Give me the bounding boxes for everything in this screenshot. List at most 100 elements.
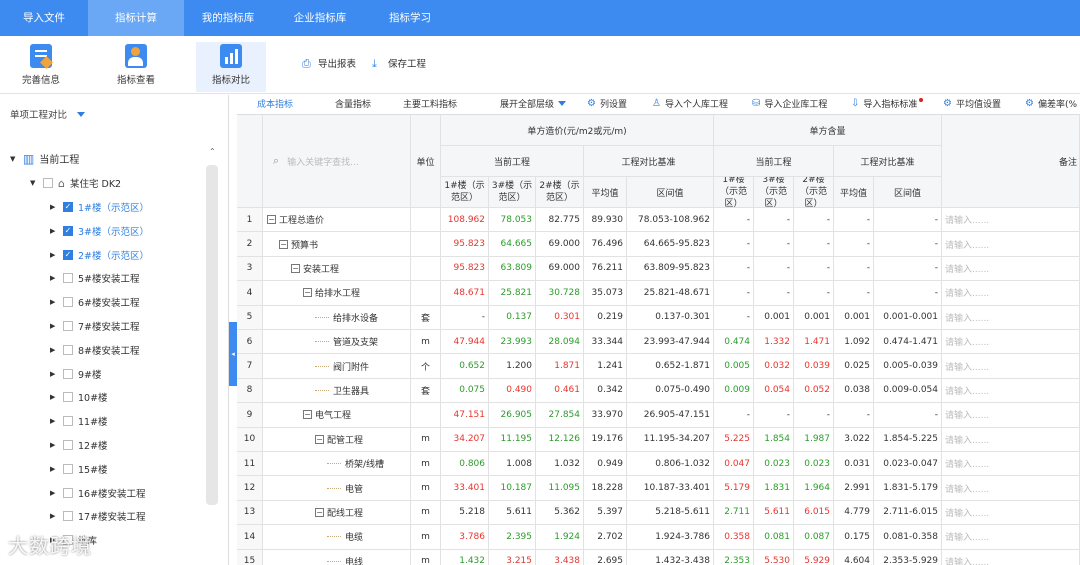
table-row-name[interactable]: − 给排水工程 <box>263 281 411 306</box>
table-row-name[interactable]: − 配管工程 <box>263 427 411 452</box>
sidebar-item-building[interactable]: ▶ 7#楼安装工程 <box>50 319 140 333</box>
chevron-up-icon[interactable]: ⌃ <box>209 147 216 156</box>
collapse-icon[interactable]: − <box>291 263 300 273</box>
expand-triangle-icon[interactable]: ▶ <box>50 298 58 306</box>
export-report-button[interactable]: ⎙ 导出报表 <box>302 56 356 71</box>
remark-input[interactable]: 请输入...... <box>942 354 1080 379</box>
sidebar-item-building[interactable]: ▶ 16#楼安装工程 <box>50 486 146 500</box>
expand-triangle-icon[interactable]: ▶ <box>50 489 58 497</box>
collapse-icon[interactable]: − <box>315 434 324 444</box>
expand-triangle-icon[interactable]: ▼ <box>10 155 18 163</box>
checkbox[interactable] <box>63 487 73 498</box>
sidebar-item-building[interactable]: ▶ ✓ 3#楼（示范区） <box>50 224 149 238</box>
expand-triangle-icon[interactable]: ▶ <box>50 417 58 425</box>
tab-index-calc[interactable]: 指标计算 <box>88 0 184 36</box>
checkbox[interactable] <box>63 416 73 427</box>
tree-project-dk2[interactable]: ▼ ⌂ 某住宅 DK2 <box>30 176 121 191</box>
average-settings-button[interactable]: ⚙ 平均值设置 <box>943 97 1001 110</box>
sidebar-item-building[interactable]: ▶ 17#楼安装工程 <box>50 509 146 523</box>
sidebar-item-building[interactable]: ▶ 10#楼 <box>50 390 108 404</box>
expand-triangle-icon[interactable]: ▶ <box>50 512 58 520</box>
checkbox[interactable] <box>63 321 73 331</box>
table-row-name[interactable]: 电缆 <box>263 525 411 550</box>
remark-input[interactable]: 请输入...... <box>942 232 1080 257</box>
table-row-name[interactable]: − 配线工程 <box>263 500 411 526</box>
sidebar-item-building[interactable]: ▶ 8#楼安装工程 <box>50 343 140 357</box>
remark-input[interactable]: 请输入...... <box>942 330 1080 355</box>
complete-info-button[interactable]: 完善信息 <box>6 42 76 86</box>
remark-input[interactable]: 请输入...... <box>942 452 1080 477</box>
tree-root-current-project[interactable]: ▼ ▥ 当前工程 <box>10 151 79 167</box>
expand-triangle-icon[interactable]: ▼ <box>30 179 38 187</box>
remark-input[interactable]: 请输入...... <box>942 549 1080 565</box>
remark-input[interactable]: 请输入...... <box>942 305 1080 330</box>
table-row-name[interactable]: 卫生器具 <box>263 378 411 404</box>
index-view-button[interactable]: 指标查看 <box>101 42 171 86</box>
remark-input[interactable]: 请输入...... <box>942 256 1080 282</box>
index-compare-button[interactable]: 指标对比 <box>196 42 266 92</box>
checkbox[interactable]: ✓ <box>63 202 73 212</box>
sidebar-item-building[interactable]: ▶ 9#楼 <box>50 367 102 381</box>
checkbox[interactable] <box>63 273 73 284</box>
sidebar-item-building[interactable]: ▶ 11#楼 <box>50 414 108 428</box>
column-settings-button[interactable]: ⚙ 列设置 <box>587 97 627 110</box>
checkbox[interactable] <box>63 463 73 474</box>
checkbox[interactable] <box>63 368 73 379</box>
table-row-name[interactable]: 阀门附件 <box>263 354 411 379</box>
sidebar-item-building[interactable]: ▶ 5#楼安装工程 <box>50 271 140 285</box>
expand-triangle-icon[interactable]: ▶ <box>50 441 58 449</box>
checkbox[interactable] <box>63 511 73 522</box>
expand-triangle-icon[interactable]: ▶ <box>50 227 58 235</box>
tab-index-learning[interactable]: 指标学习 <box>368 0 452 36</box>
checkbox[interactable] <box>63 392 73 403</box>
import-personal-button[interactable]: ♙ 导入个人库工程 <box>652 97 728 110</box>
remark-input[interactable]: 请输入...... <box>942 427 1080 452</box>
tab-cost-index[interactable]: 成本指标 <box>257 97 293 110</box>
collapse-icon[interactable]: − <box>279 239 288 249</box>
expand-all-dropdown[interactable]: 展开全部层级 <box>500 97 567 110</box>
sidebar-scrollbar[interactable] <box>206 165 218 505</box>
sidebar-item-building[interactable]: ▶ ✓ 1#楼（示范区） <box>50 200 149 214</box>
tab-enterprise-index-lib[interactable]: 企业指标库 <box>272 0 368 36</box>
checkbox[interactable] <box>63 297 73 308</box>
expand-triangle-icon[interactable]: ▶ <box>50 465 58 473</box>
checkbox[interactable] <box>63 344 73 355</box>
remark-input[interactable]: 请输入...... <box>942 476 1080 501</box>
checkbox[interactable] <box>63 440 73 450</box>
table-row-name[interactable]: 管道及支架 <box>263 330 411 355</box>
tab-main-material-index[interactable]: 主要工料指标 <box>403 97 457 110</box>
collapse-icon[interactable]: − <box>303 410 312 420</box>
checkbox[interactable]: ✓ <box>63 249 73 260</box>
checkbox[interactable]: ✓ <box>63 225 73 236</box>
save-project-button[interactable]: ⤓ 保存工程 <box>372 56 426 71</box>
remark-input[interactable]: 请输入...... <box>942 525 1080 550</box>
expand-triangle-icon[interactable]: ▶ <box>50 322 58 330</box>
table-row-name[interactable]: 桥架/线槽 <box>263 452 411 477</box>
sidebar-item-building[interactable]: ▶ 15#楼 <box>50 462 108 476</box>
expand-triangle-icon[interactable]: ▶ <box>50 393 58 401</box>
compare-mode-select[interactable]: 单项工程对比 <box>10 107 86 121</box>
table-row-name[interactable]: − 安装工程 <box>263 256 411 282</box>
collapse-icon[interactable]: − <box>315 507 324 517</box>
tab-import-file[interactable]: 导入文件 <box>0 0 88 36</box>
checkbox[interactable] <box>43 178 53 188</box>
search-input[interactable]: ⌕ 输入关键字查找... <box>263 115 411 208</box>
collapse-icon[interactable]: − <box>303 288 312 298</box>
remark-input[interactable]: 请输入...... <box>942 208 1080 233</box>
sidebar-item-building[interactable]: ▶ 12#楼 <box>50 438 108 452</box>
collapse-icon[interactable]: − <box>267 215 276 225</box>
expand-triangle-icon[interactable]: ▶ <box>50 203 58 211</box>
sidebar-item-building[interactable]: ▶ 6#楼安装工程 <box>50 295 140 309</box>
remark-input[interactable]: 请输入...... <box>942 281 1080 306</box>
table-row-name[interactable]: 电线 <box>263 549 411 565</box>
import-enterprise-button[interactable]: ⛁ 导入企业库工程 <box>752 97 827 110</box>
sidebar-item-building[interactable]: ▶ ✓ 2#楼（示范区） <box>50 248 149 262</box>
tab-content-index[interactable]: 含量指标 <box>335 97 371 110</box>
tab-my-index-lib[interactable]: 我的指标库 <box>184 0 272 36</box>
expand-triangle-icon[interactable]: ▶ <box>50 346 58 354</box>
import-standard-button[interactable]: ⇩ 导入指标标准 <box>851 97 925 110</box>
deviation-rate-button[interactable]: ⚙ 偏差率(% <box>1025 97 1077 110</box>
table-row-name[interactable]: − 预算书 <box>263 232 411 257</box>
sidebar-collapse-handle[interactable]: ◂ <box>229 322 237 386</box>
expand-triangle-icon[interactable]: ▶ <box>50 370 58 378</box>
